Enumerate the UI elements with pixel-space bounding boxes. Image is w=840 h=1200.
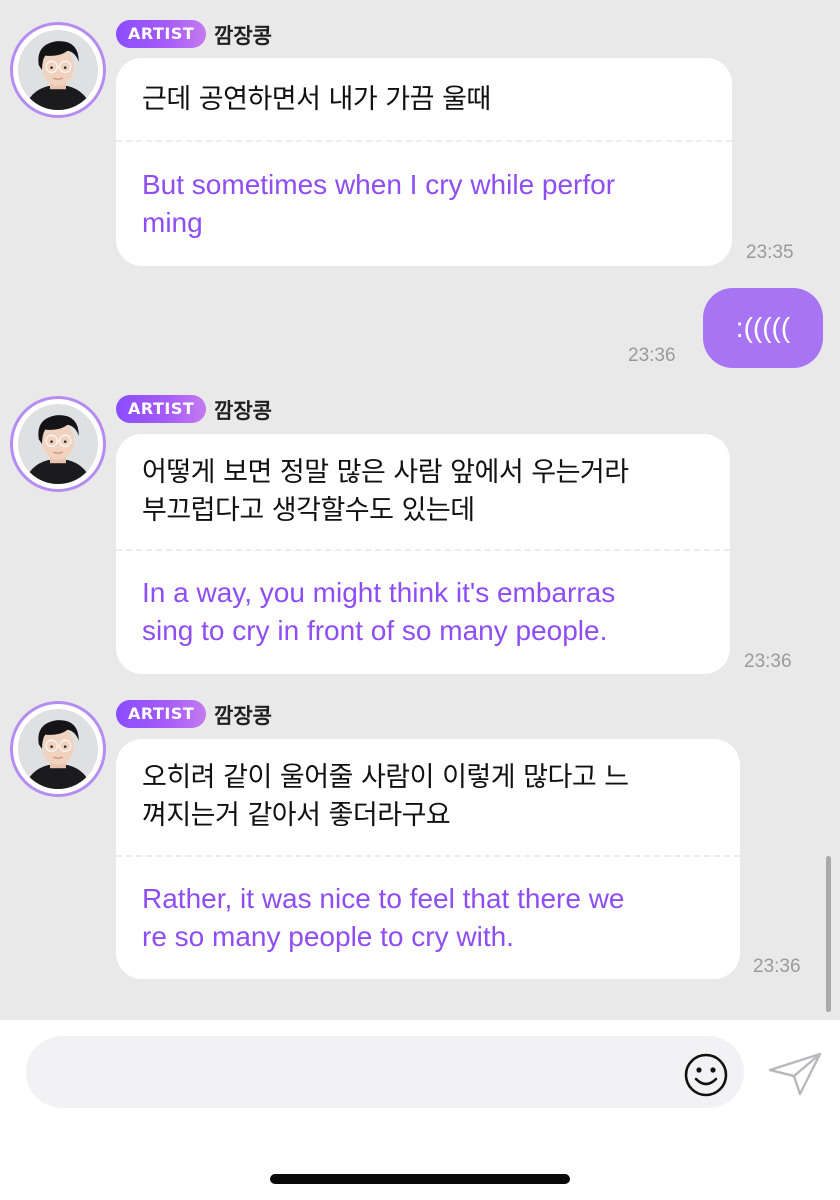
artist-avatar[interactable]: [10, 701, 106, 797]
message-translation: But sometimes when I cry while perfor mi…: [142, 169, 616, 238]
artist-avatar[interactable]: [10, 396, 106, 492]
message-bubble[interactable]: 근데 공연하면서 내가 가끔 울때 But sometimes when I c…: [116, 58, 732, 266]
divider: [116, 549, 730, 551]
message-text-korean: 오히려 같이 울어줄 사람이 이렇게 많다고 느 껴지는거 같아서 좋더라구요: [142, 762, 629, 831]
chat-area[interactable]: ARTIST 깜장콩 근데 공연하면서 내가 가끔 울때 But sometim…: [0, 0, 840, 1020]
avatar-photo: [18, 30, 98, 110]
smiley-face-icon[interactable]: [682, 1051, 730, 1099]
message-bubble[interactable]: 오히려 같이 울어줄 사람이 이렇게 많다고 느 껴지는거 같아서 좋더라구요 …: [116, 739, 740, 979]
artist-badge: ARTIST: [116, 395, 207, 423]
artist-badge: ARTIST: [116, 20, 207, 48]
message-time: 23:36: [744, 651, 792, 672]
divider: [116, 855, 740, 857]
my-message-bubble[interactable]: :(((((: [703, 288, 823, 368]
message-composer: [0, 1020, 840, 1200]
my-message-time: 23:36: [628, 345, 676, 366]
sender-name: 깜장콩: [214, 704, 272, 728]
message-translation: Rather, it was nice to feel that there w…: [142, 883, 625, 952]
sender-name: 깜장콩: [214, 24, 272, 48]
artist-badge: ARTIST: [116, 700, 207, 728]
message-text-korean: 어떻게 보면 정말 많은 사람 앞에서 우는거라 부끄럽다고 생각할수도 있는데: [142, 457, 629, 526]
sender-name: 깜장콩: [214, 399, 272, 423]
message-translation: In a way, you might think it's embarras …: [142, 577, 616, 646]
avatar-photo: [18, 709, 98, 789]
avatar-photo: [18, 404, 98, 484]
message-time: 23:36: [753, 956, 801, 977]
message-time: 23:35: [746, 242, 794, 263]
divider: [116, 140, 732, 142]
message-text-korean: 근데 공연하면서 내가 가끔 울때: [142, 84, 491, 115]
scrollbar[interactable]: [826, 856, 831, 1012]
message-bubble[interactable]: 어떻게 보면 정말 많은 사람 앞에서 우는거라 부끄럽다고 생각할수도 있는데…: [116, 434, 730, 674]
home-indicator: [270, 1174, 570, 1184]
artist-avatar[interactable]: [10, 22, 106, 118]
paper-plane-icon[interactable]: [766, 1050, 824, 1098]
message-input[interactable]: [26, 1036, 744, 1108]
